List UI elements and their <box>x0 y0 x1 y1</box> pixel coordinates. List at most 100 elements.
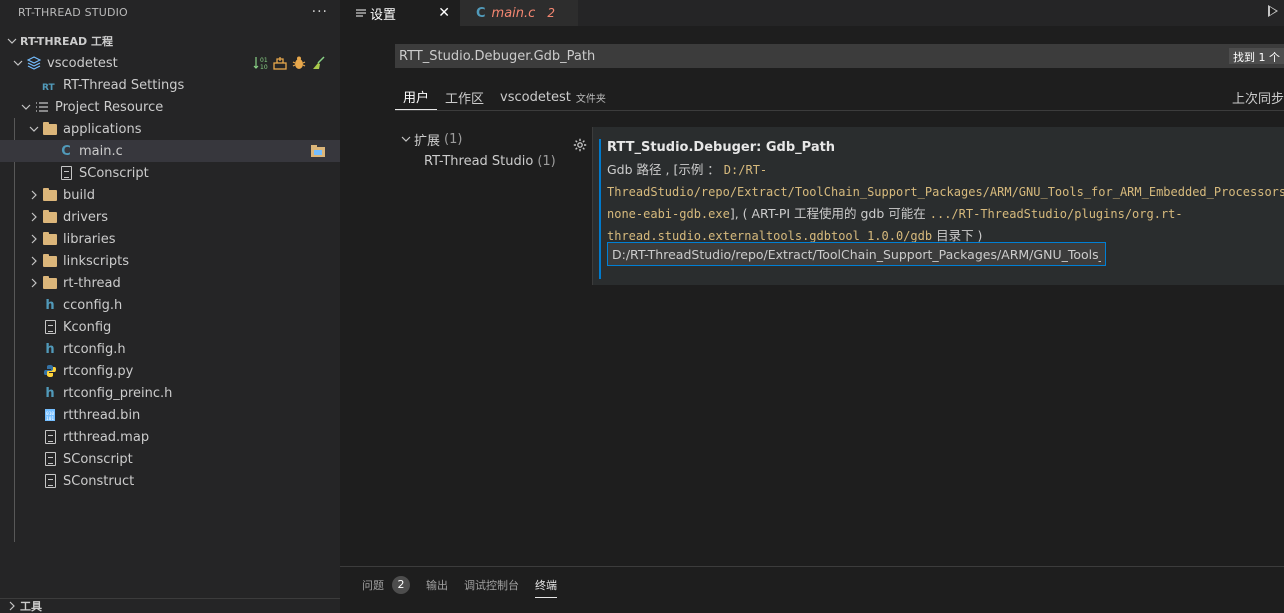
chevron-down-icon <box>18 99 34 115</box>
folder-icon <box>42 231 58 247</box>
tree-item-rt-thread-settings[interactable]: RT RT-Thread Settings <box>0 74 340 96</box>
gear-icon[interactable] <box>572 137 588 153</box>
c-file-icon: C <box>58 143 74 159</box>
project-section-header[interactable]: RT-THREAD 工程 <box>0 30 340 52</box>
tools-section-header[interactable]: 工具 <box>0 598 340 613</box>
open-folder-action-icon[interactable] <box>310 143 326 163</box>
folder-icon <box>42 187 58 203</box>
tab-label: 终端 <box>535 577 557 593</box>
project-row[interactable]: vscodetest 0110 <box>0 52 340 74</box>
tree-item-rtthread-bin[interactable]: 010101 rtthread.bin <box>0 404 340 426</box>
toc-item-rt-thread-studio[interactable]: RT-Thread Studio (1) <box>398 150 578 172</box>
tree-item-rtconfig-py[interactable]: rtconfig.py <box>0 360 340 382</box>
tree-item-libraries[interactable]: libraries <box>0 228 340 250</box>
explorer-sidebar: RT-THREAD STUDIO ··· RT-THREAD 工程 vscode… <box>0 0 340 613</box>
toc-group-extensions[interactable]: 扩展 (1) <box>398 128 578 150</box>
file-icon <box>58 165 74 181</box>
h-file-icon: h <box>42 297 58 313</box>
panel-tabs: 问题 2 输出 调试控制台 终端 <box>340 567 1284 602</box>
tab-sublabel: 文件夹 <box>576 90 606 105</box>
tab-terminal[interactable]: 终端 <box>535 567 557 602</box>
binary-file-icon: 010101 <box>42 407 58 423</box>
tree-item-label: drivers <box>63 210 108 225</box>
tab-folder[interactable]: vscodetest 文件夹 <box>492 84 614 110</box>
tree-item-build[interactable]: build <box>0 184 340 206</box>
tree-item-rtconfig-h[interactable]: h rtconfig.h <box>0 338 340 360</box>
run-icon[interactable] <box>1268 5 1278 17</box>
tree-item-sconscript[interactable]: SConscript <box>0 448 340 470</box>
toc-count: (1) <box>537 154 555 169</box>
tree-item-label: rtconfig.h <box>63 342 126 357</box>
tree-item-rt-thread[interactable]: rt-thread <box>0 272 340 294</box>
file-icon <box>42 473 58 489</box>
desc-text: Gdb 路径 , [示例 ： <box>607 162 720 177</box>
tree-item-label: SConstruct <box>63 474 134 489</box>
search-result-count: 找到 1 个 <box>1229 48 1284 64</box>
chevron-right-icon <box>26 187 42 203</box>
folder-icon <box>42 209 58 225</box>
settings-list-icon <box>356 8 366 18</box>
tree-item-label: RT-Thread Settings <box>63 78 184 93</box>
chevron-right-icon <box>4 598 20 613</box>
tree-item-main-c[interactable]: C main.c <box>0 140 340 162</box>
svg-text:101: 101 <box>46 416 54 422</box>
toc-label: 扩展 <box>414 130 440 149</box>
tree-item-drivers[interactable]: drivers <box>0 206 340 228</box>
tab-label: 工作区 <box>445 88 484 107</box>
desc-text: 目录下 ) <box>932 228 982 243</box>
close-icon[interactable]: ✕ <box>438 5 450 21</box>
more-actions-icon[interactable]: ··· <box>312 4 328 20</box>
setting-title: RTT_Studio.Debuger: Gdb_Path <box>607 140 835 155</box>
settings-search-input[interactable]: RTT_Studio.Debuger.Gdb_Path 找到 1 个 <box>395 44 1284 68</box>
tree-item-linkscripts[interactable]: linkscripts <box>0 250 340 272</box>
tab-settings[interactable]: 设置 ✕ <box>340 0 460 26</box>
tab-label: main.c <box>492 6 536 21</box>
tree-item-label: Project Resource <box>55 100 163 115</box>
chevron-down-icon <box>10 55 26 71</box>
section-title: 工具 <box>20 598 42 613</box>
gdb-path-input[interactable] <box>607 242 1106 266</box>
tab-workspace[interactable]: 工作区 <box>437 84 492 110</box>
clean-icon[interactable] <box>310 55 326 71</box>
chevron-right-icon <box>26 253 42 269</box>
chevron-right-icon <box>26 275 42 291</box>
sort-icon[interactable]: 0110 <box>253 55 269 71</box>
tree-item-rtthread-map[interactable]: rtthread.map <box>0 426 340 448</box>
debug-icon[interactable] <box>291 55 307 71</box>
tree-item-sconscript-app[interactable]: SConscript <box>0 162 340 184</box>
folder-icon <box>42 275 58 291</box>
tree-item-kconfig[interactable]: Kconfig <box>0 316 340 338</box>
tab-user[interactable]: 用户 <box>395 84 437 110</box>
problems-badge: 2 <box>392 576 410 594</box>
tab-debug-console[interactable]: 调试控制台 <box>464 567 519 602</box>
chevron-right-icon <box>26 209 42 225</box>
settings-scope-tabs: 用户 工作区 vscodetest 文件夹 上次同步 <box>395 84 1284 111</box>
tree-item-label: rt-thread <box>63 276 121 291</box>
tree-item-applications[interactable]: applications <box>0 118 340 140</box>
tab-output[interactable]: 输出 <box>426 567 448 602</box>
section-title: RT-THREAD 工程 <box>20 33 113 49</box>
setting-item-gdb-path: RTT_Studio.Debuger: Gdb_Path Gdb 路径 , [示… <box>592 127 1284 285</box>
svg-text:RT: RT <box>42 83 56 93</box>
tab-main-c[interactable]: C main.c 2 <box>460 0 578 26</box>
toc-label: RT-Thread Studio <box>424 154 533 169</box>
build-icon[interactable] <box>272 55 288 71</box>
sidebar-header: RT-THREAD STUDIO ··· <box>0 0 340 24</box>
svg-text:10: 10 <box>260 64 268 71</box>
tree-item-sconstruct[interactable]: SConstruct <box>0 470 340 492</box>
tree-item-label: rtthread.bin <box>63 408 140 423</box>
tree-item-label: SConscript <box>63 452 133 467</box>
tab-label: 设置 <box>370 4 396 23</box>
tree-item-label: linkscripts <box>63 254 129 269</box>
layers-icon <box>26 55 42 71</box>
tree-item-label: main.c <box>79 144 123 159</box>
tree-item-project-resource[interactable]: Project Resource <box>0 96 340 118</box>
tab-problems[interactable]: 问题 2 <box>362 567 410 602</box>
folder-icon <box>42 253 58 269</box>
toc-count: (1) <box>444 132 462 147</box>
last-sync-label[interactable]: 上次同步 <box>1232 88 1284 107</box>
tree-item-cconfig-h[interactable]: h cconfig.h <box>0 294 340 316</box>
c-file-icon: C <box>476 6 486 21</box>
list-icon <box>34 99 50 115</box>
tree-item-rtconfig-preinc-h[interactable]: h rtconfig_preinc.h <box>0 382 340 404</box>
